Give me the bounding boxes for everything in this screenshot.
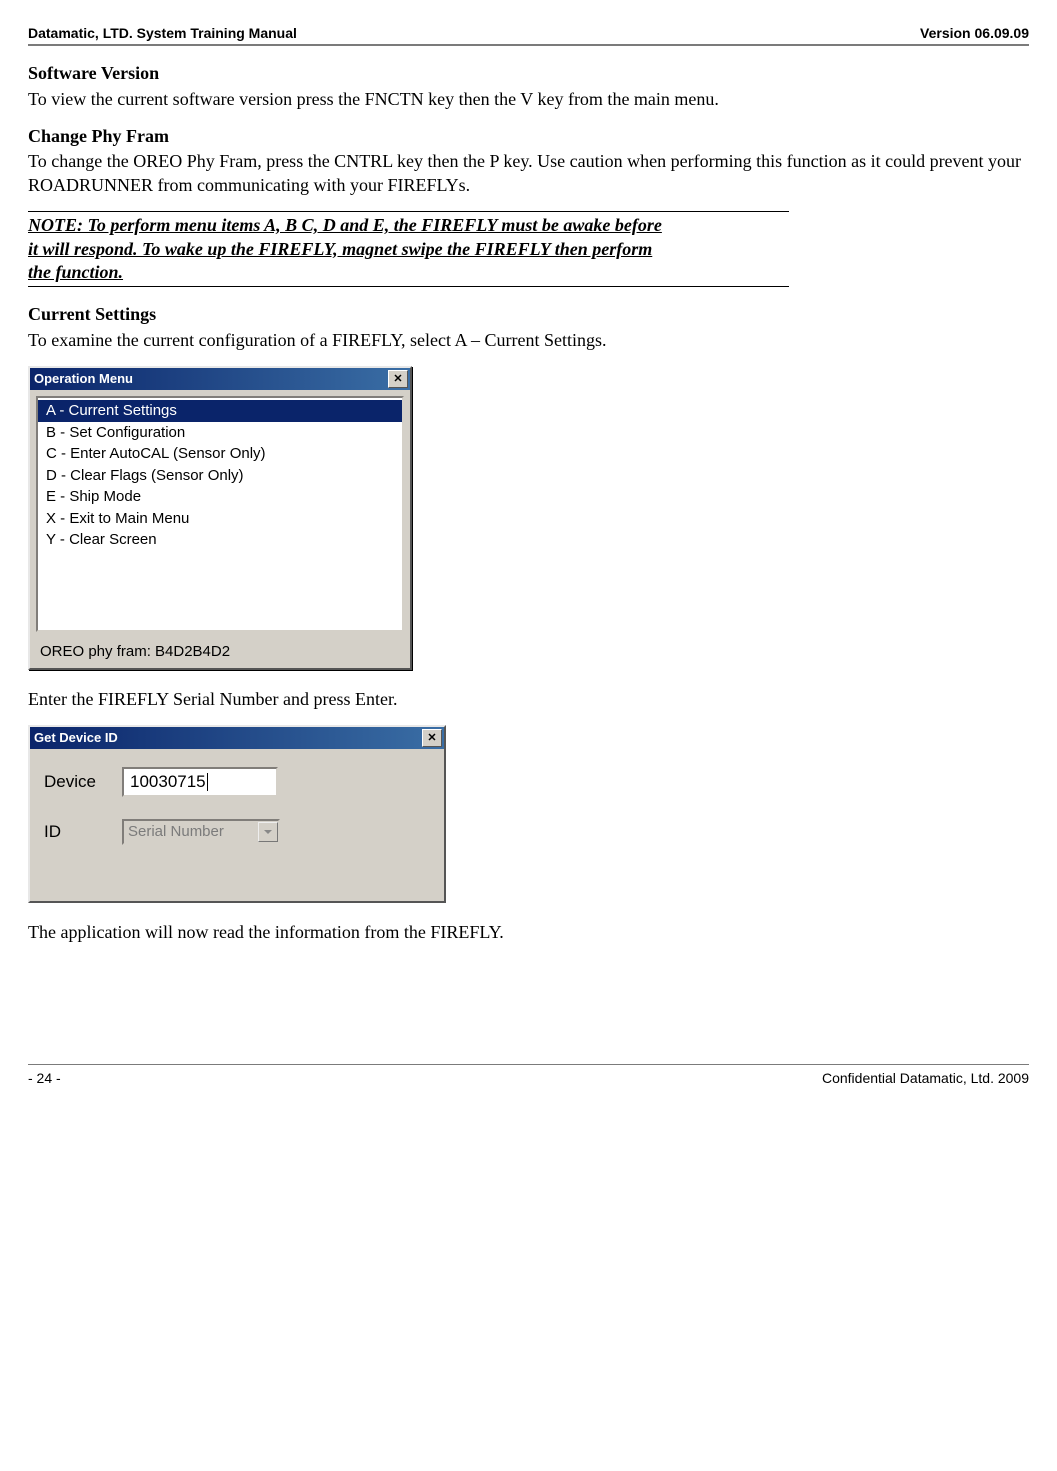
app-read-text: The application will now read the inform… <box>28 921 1029 944</box>
body-change-phy: To change the OREO Phy Fram, press the C… <box>28 150 1029 197</box>
id-label: ID <box>44 821 122 843</box>
chevron-down-icon <box>264 830 272 834</box>
menu-item-e[interactable]: E - Ship Mode <box>38 486 402 508</box>
device-field-row: Device 10030715 <box>44 767 430 797</box>
menu-item-c[interactable]: C - Enter AutoCAL (Sensor Only) <box>38 443 402 465</box>
titlebar-get-device[interactable]: Get Device ID ✕ <box>30 727 444 749</box>
note-line-2: it will respond. To wake up the FIREFLY,… <box>28 238 789 261</box>
combo-button <box>258 822 278 842</box>
get-device-id-window: Get Device ID ✕ Device 10030715 ID Seria… <box>28 725 446 903</box>
dialog-body: Device 10030715 ID Serial Number <box>30 749 444 901</box>
close-button[interactable]: ✕ <box>388 370 408 388</box>
header-right: Version 06.09.09 <box>920 24 1029 42</box>
header-rule <box>28 44 1029 46</box>
heading-change-phy: Change Phy Fram <box>28 125 1029 148</box>
id-combo: Serial Number <box>122 819 280 845</box>
device-input[interactable]: 10030715 <box>122 767 278 797</box>
text-caret <box>207 773 208 791</box>
footer-page-number: - 24 - <box>28 1069 61 1087</box>
menu-item-d[interactable]: D - Clear Flags (Sensor Only) <box>38 465 402 487</box>
titlebar-text: Operation Menu <box>34 371 133 388</box>
close-icon: ✕ <box>427 731 436 745</box>
close-button-device[interactable]: ✕ <box>422 729 442 747</box>
note-line-1: NOTE: To perform menu items A, B C, D an… <box>28 214 789 237</box>
page-footer: - 24 - Confidential Datamatic, Ltd. 2009 <box>28 1064 1029 1087</box>
oreo-phy-fram-text: OREO phy fram: B4D2B4D2 <box>30 638 410 668</box>
note-box: NOTE: To perform menu items A, B C, D an… <box>28 211 789 287</box>
operation-menu-listbox[interactable]: A - Current Settings B - Set Configurati… <box>36 396 404 632</box>
enter-serial-text: Enter the FIREFLY Serial Number and pres… <box>28 688 1029 711</box>
menu-item-x[interactable]: X - Exit to Main Menu <box>38 508 402 530</box>
section-software-version: Software Version To view the current sof… <box>28 62 1029 111</box>
section-current-settings: Current Settings To examine the current … <box>28 303 1029 352</box>
section-change-phy: Change Phy Fram To change the OREO Phy F… <box>28 125 1029 197</box>
heading-current-settings: Current Settings <box>28 303 1029 326</box>
body-software-version: To view the current software version pre… <box>28 88 1029 111</box>
page-header: Datamatic, LTD. System Training Manual V… <box>28 24 1029 42</box>
id-combo-value: Serial Number <box>128 822 224 842</box>
footer-copyright: Confidential Datamatic, Ltd. 2009 <box>822 1069 1029 1087</box>
header-left: Datamatic, LTD. System Training Manual <box>28 24 297 42</box>
menu-item-y[interactable]: Y - Clear Screen <box>38 529 402 551</box>
device-label: Device <box>44 771 122 793</box>
device-input-value: 10030715 <box>130 771 206 793</box>
menu-item-a[interactable]: A - Current Settings <box>38 400 402 422</box>
note-line-3: the function. <box>28 261 789 284</box>
titlebar-text-device: Get Device ID <box>34 730 118 747</box>
operation-menu-window: Operation Menu ✕ A - Current Settings B … <box>28 366 412 670</box>
titlebar-operation-menu[interactable]: Operation Menu ✕ <box>30 368 410 390</box>
id-field-row: ID Serial Number <box>44 819 430 845</box>
heading-software-version: Software Version <box>28 62 1029 85</box>
body-current-settings: To examine the current configuration of … <box>28 329 1029 352</box>
close-icon: ✕ <box>393 372 402 386</box>
menu-item-b[interactable]: B - Set Configuration <box>38 422 402 444</box>
